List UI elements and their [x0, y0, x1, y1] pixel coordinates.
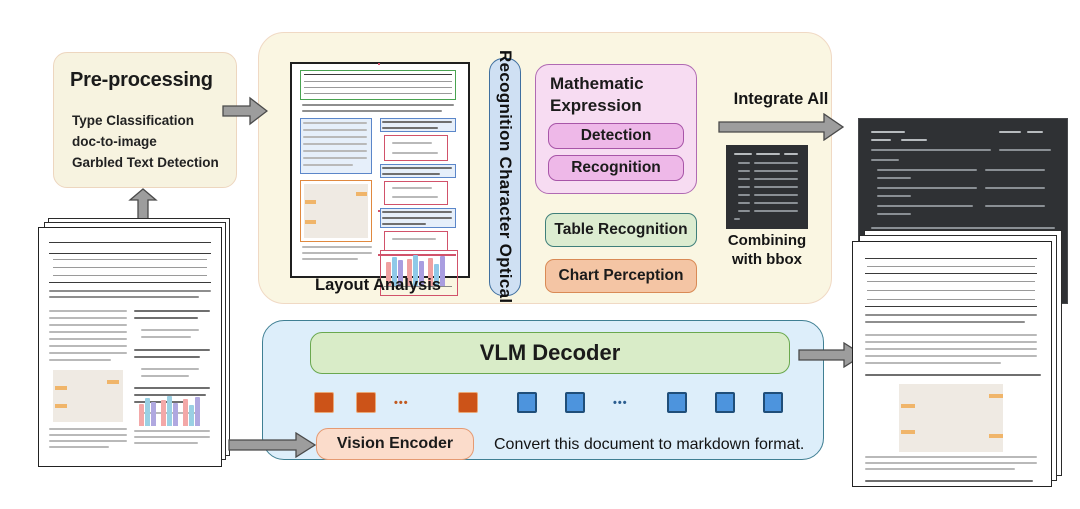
text-token-2 — [667, 392, 687, 413]
table-recognition-box[interactable]: Table Recognition — [545, 213, 697, 247]
vlm-decoder-label: VLM Decoder — [479, 340, 621, 366]
ocr-vertical-label: Recognition Character Optical — [489, 50, 521, 304]
math-expression-title: Mathematic Expression — [550, 73, 644, 117]
image-token-2 — [458, 392, 478, 413]
math-recognition-label: Recognition — [571, 159, 661, 177]
vision-encoder-box[interactable]: Vision Encoder — [316, 428, 474, 460]
math-expression-title-line2: Expression — [550, 95, 642, 115]
layout-analysis-thumbnail — [290, 62, 470, 296]
image-token-0 — [314, 392, 334, 413]
math-detection-box[interactable]: Detection — [548, 123, 684, 149]
table-recognition-label: Table Recognition — [554, 221, 688, 239]
math-detection-label: Detection — [580, 127, 652, 145]
input-document-stack — [38, 218, 234, 467]
arrow-preprocessing-to-ocr — [222, 96, 268, 126]
text-token-ellipsis: ••• — [613, 397, 628, 409]
math-expression-title-line1: Mathematic — [550, 74, 644, 93]
chart-perception-box[interactable]: Chart Perception — [545, 259, 697, 293]
arrow-input-to-vision-encoder — [228, 432, 316, 458]
diagram-canvas: Pre-processing Type Classification doc-t… — [0, 0, 1080, 509]
preprocessing-item-2: Garbled Text Detection — [72, 155, 219, 170]
preprocessing-item-1: doc-to-image — [72, 134, 157, 149]
ocr-vertical-label-text: Recognition Character Optical — [496, 50, 515, 304]
layout-analysis-caption: Layout Analysis — [315, 276, 441, 294]
vlm-decoder-box[interactable]: VLM Decoder — [310, 332, 790, 374]
text-token-4 — [763, 392, 783, 413]
image-token-1 — [356, 392, 376, 413]
text-token-3 — [715, 392, 735, 413]
math-expression-box: Mathematic Expression Detection Recognit… — [535, 64, 697, 194]
preprocessing-box: Pre-processing Type Classification doc-t… — [53, 52, 237, 188]
vlm-prompt-text: Convert this document to markdown format… — [494, 436, 805, 453]
combining-line2: with bbox — [732, 250, 802, 268]
integrate-all-label: Integrate All — [733, 90, 829, 108]
text-token-1 — [565, 392, 585, 413]
preprocessing-title: Pre-processing — [70, 69, 213, 91]
arrow-input-to-preprocessing — [128, 188, 158, 222]
output-document-stack — [850, 230, 1066, 487]
preprocessing-item-0: Type Classification — [72, 113, 195, 128]
math-recognition-box[interactable]: Recognition — [548, 155, 684, 181]
chart-perception-label: Chart Perception — [558, 267, 684, 285]
text-token-0 — [517, 392, 537, 413]
vision-encoder-label: Vision Encoder — [336, 434, 454, 452]
combining-line1: Combining — [727, 232, 807, 249]
image-token-ellipsis: ••• — [394, 397, 409, 409]
bbox-code-thumbnail — [726, 145, 808, 229]
combining-with-bbox-caption: Combining with bbox — [706, 232, 828, 270]
arrow-integrate-to-output — [718, 113, 844, 141]
